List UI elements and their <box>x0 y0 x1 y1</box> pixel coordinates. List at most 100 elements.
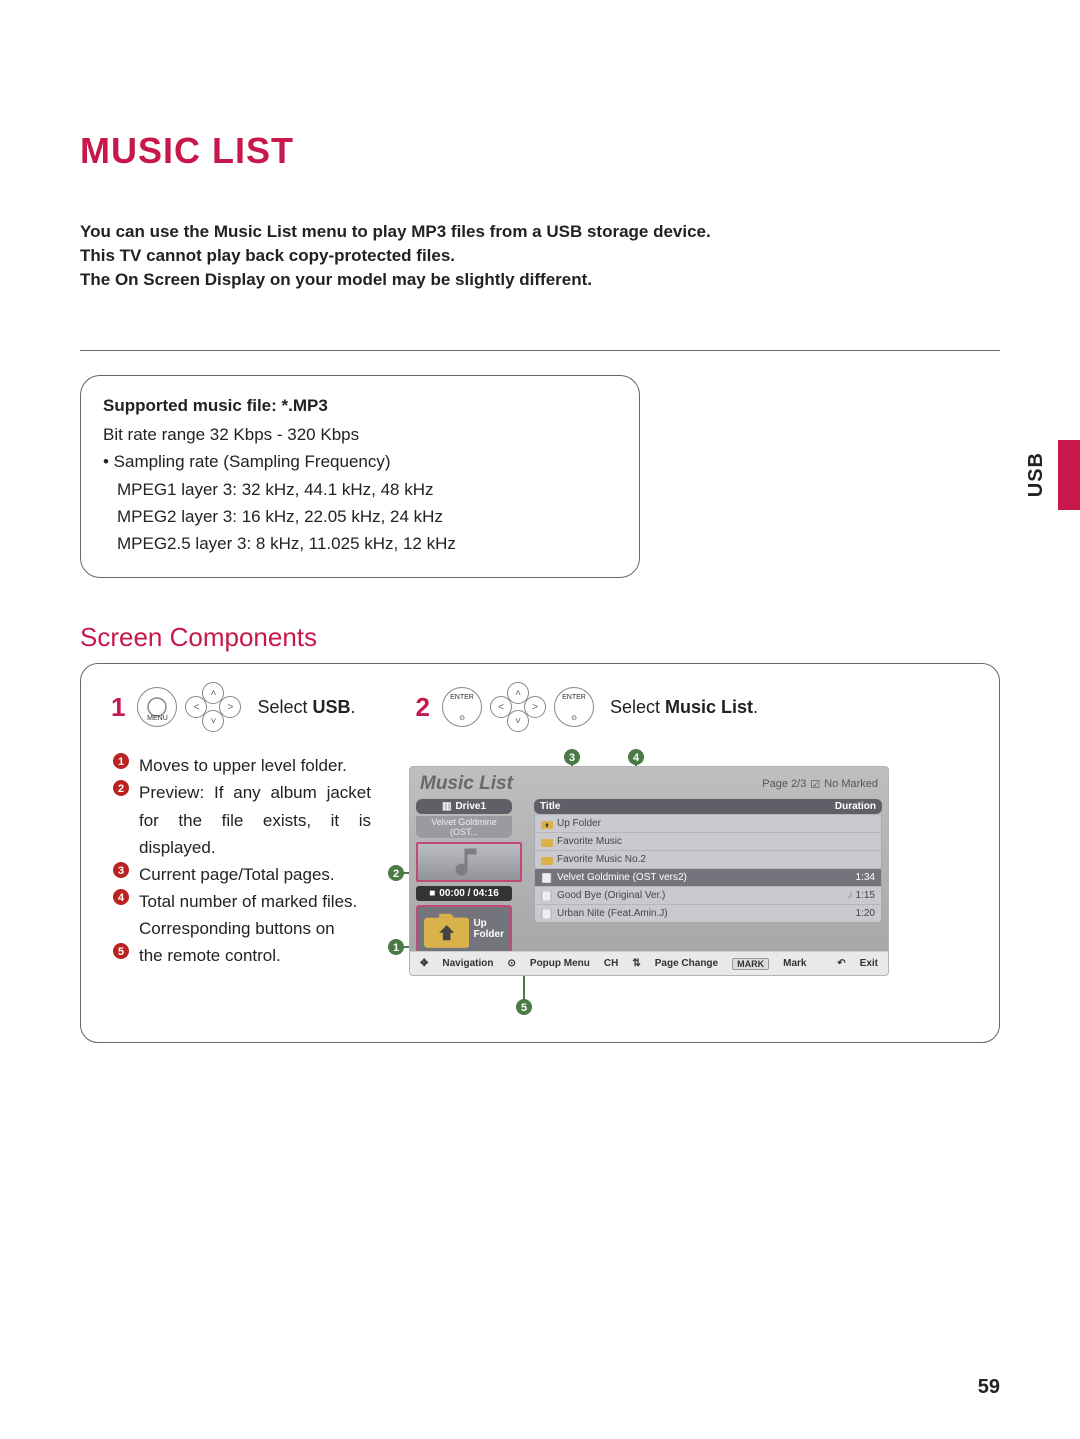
legend-bullet-1-icon: 1 <box>111 752 131 770</box>
spec-box: Supported music file: *.MP3 Bit rate ran… <box>80 375 640 578</box>
osd-col-title: Title <box>540 801 560 812</box>
osd-row[interactable]: Favorite Music <box>535 832 881 850</box>
osd-upfolder-left[interactable]: Up Folder <box>416 905 512 953</box>
legend-1: Moves to upper level folder. <box>139 752 371 779</box>
spec-mpeg2: MPEG2 layer 3: 16 kHz, 22.05 kHz, 24 kHz <box>103 503 617 530</box>
osd-rows: Up Folder Favorite Music Favorite Music No… <box>534 814 882 923</box>
osd-wrap: 3 4 2 1 5 Music List Page 2/3 ☑ No <box>391 752 979 976</box>
mark-key-icon: MARK <box>732 958 769 970</box>
folder-icon <box>541 855 553 865</box>
footer-mark: Mark <box>783 958 806 969</box>
osd-row-title: Favorite Music No.2 <box>557 854 646 865</box>
enter-button-label-1: ENTER <box>450 694 474 701</box>
osd-progress-text: 00:00 / 04:16 <box>439 888 499 899</box>
spec-title: Supported music file: *.MP3 <box>103 392 617 419</box>
step-2-number: 2 <box>416 692 430 723</box>
osd-drive: ▥ Drive1 <box>416 799 512 814</box>
footer-exit: Exit <box>860 958 878 969</box>
step-2-text: Select Music List. <box>610 697 758 718</box>
osd-row-title: Velvet Goldmine (OST vers2) <box>557 872 687 883</box>
section-divider <box>80 350 1000 351</box>
osd-subtitle: Velvet Goldmine (OST... <box>416 816 512 838</box>
upfolder-icon <box>541 819 553 829</box>
nav-pad-icon: ˄˅ ˂˃ <box>185 682 241 732</box>
osd-screen: Music List Page 2/3 ☑ No Marked ▥ Drive1 <box>409 766 889 976</box>
legend-bullet-4-icon: 4 <box>111 888 131 906</box>
svg-text:1: 1 <box>118 756 124 768</box>
svg-text:2: 2 <box>393 868 399 880</box>
play-icon: ♪ <box>848 890 853 901</box>
footer-page-change: Page Change <box>655 958 718 969</box>
music-note-icon <box>451 844 487 880</box>
legend-3: Current page/Total pages. <box>139 861 371 888</box>
legend-2: Preview: If any album jacket for the fil… <box>139 779 371 861</box>
file-icon <box>541 909 553 919</box>
svg-text:1: 1 <box>393 942 399 954</box>
enter-button-label-2: ENTER <box>562 694 586 701</box>
osd-marked: No Marked <box>824 778 878 790</box>
footer-ch: CH <box>604 958 618 969</box>
step-1-bold: USB <box>313 697 351 717</box>
legend-bullet-5-icon: 5 <box>111 942 131 960</box>
menu-button-label: MENU <box>147 715 168 722</box>
legend-5a: Corresponding buttons on <box>139 915 371 942</box>
osd-row-duration: ♪1:15 <box>831 890 875 901</box>
osd-row-title: Good Bye (Original Ver.) <box>557 890 665 901</box>
updown-icon: ⇅ <box>632 958 640 969</box>
stop-icon: ■ <box>429 888 435 899</box>
enter-button-icon-2: ENTER ⊙ <box>554 687 594 727</box>
step-1-suffix: . <box>351 697 356 717</box>
osd-row-title: Up Folder <box>557 818 601 829</box>
svg-text:5: 5 <box>521 1002 527 1014</box>
step-2-suffix: . <box>753 697 758 717</box>
side-tab <box>1058 440 1080 510</box>
nav-arrows-icon: ✥ <box>420 958 428 969</box>
osd-album-preview <box>416 842 522 882</box>
footer-popup: Popup Menu <box>530 958 590 969</box>
step-1-number: 1 <box>111 692 125 723</box>
nav-pad-icon-2: ˄˅ ˂˃ <box>490 682 546 732</box>
step-1: 1 MENU ˄˅ ˂˃ Select USB. <box>111 682 356 732</box>
step-1-text: Select USB. <box>257 697 355 718</box>
legend-5b: the remote control. <box>139 942 371 969</box>
osd-col-duration: Duration <box>835 801 876 812</box>
osd-row-duration: 1:34 <box>831 872 875 883</box>
file-icon <box>541 891 553 901</box>
svg-text:3: 3 <box>569 752 575 764</box>
intro-line-2: This TV cannot play back copy-protected … <box>80 246 1000 266</box>
osd-row[interactable]: Up Folder <box>535 814 881 832</box>
intro-line-3: The On Screen Display on your model may … <box>80 270 1000 290</box>
osd-row-duration: 1:20 <box>831 908 875 919</box>
osd-page: Page 2/3 <box>762 778 806 790</box>
osd-upfolder-left-label: Up Folder <box>473 918 504 940</box>
step-2: 2 ENTER ⊙ ˄˅ ˂˃ ENTER ⊙ Select Music Lis… <box>416 682 759 732</box>
folder-icon <box>541 837 553 847</box>
osd-row[interactable]: Velvet Goldmine (OST vers2) 1:34 <box>535 868 881 886</box>
osd-row[interactable]: Urban Nite (Feat.Amin.J)1:20 <box>535 904 881 922</box>
osd-row[interactable]: Favorite Music No.2 <box>535 850 881 868</box>
svg-text:3: 3 <box>118 865 124 877</box>
side-label: USB <box>1025 452 1048 497</box>
legend-bullet-3-icon: 3 <box>111 861 131 879</box>
svg-text:4: 4 <box>633 752 640 764</box>
legend-4: Total number of marked files. <box>139 888 371 915</box>
spec-bitrate: Bit rate range 32 Kbps - 320 Kbps <box>103 421 617 448</box>
osd-row[interactable]: Good Bye (Original Ver.) ♪1:15 <box>535 886 881 904</box>
svg-text:2: 2 <box>118 783 124 795</box>
upfolder-icon <box>424 910 469 948</box>
components-box: 1 MENU ˄˅ ˂˃ Select USB. 2 ENTER ⊙ <box>80 663 1000 1043</box>
page-number: 59 <box>978 1376 1000 1399</box>
sub-heading: Screen Components <box>80 622 1000 653</box>
step-1-prefix: Select <box>257 697 312 717</box>
intro-line-1: You can use the Music List menu to play … <box>80 222 1000 242</box>
osd-row-title: Favorite Music <box>557 836 622 847</box>
file-icon <box>541 873 553 883</box>
spec-mpeg1: MPEG1 layer 3: 32 kHz, 44.1 kHz, 48 kHz <box>103 476 617 503</box>
enter-dot-icon: ⊙ <box>508 958 516 969</box>
return-icon: ↶ <box>837 958 845 969</box>
spec-mpeg25: MPEG2.5 layer 3: 8 kHz, 11.025 kHz, 12 k… <box>103 530 617 557</box>
check-icon: ☑ <box>810 778 820 791</box>
page-title: MUSIC LIST <box>80 130 1000 172</box>
osd-column-header: Title Duration <box>534 799 882 814</box>
step-2-bold: Music List <box>665 697 753 717</box>
